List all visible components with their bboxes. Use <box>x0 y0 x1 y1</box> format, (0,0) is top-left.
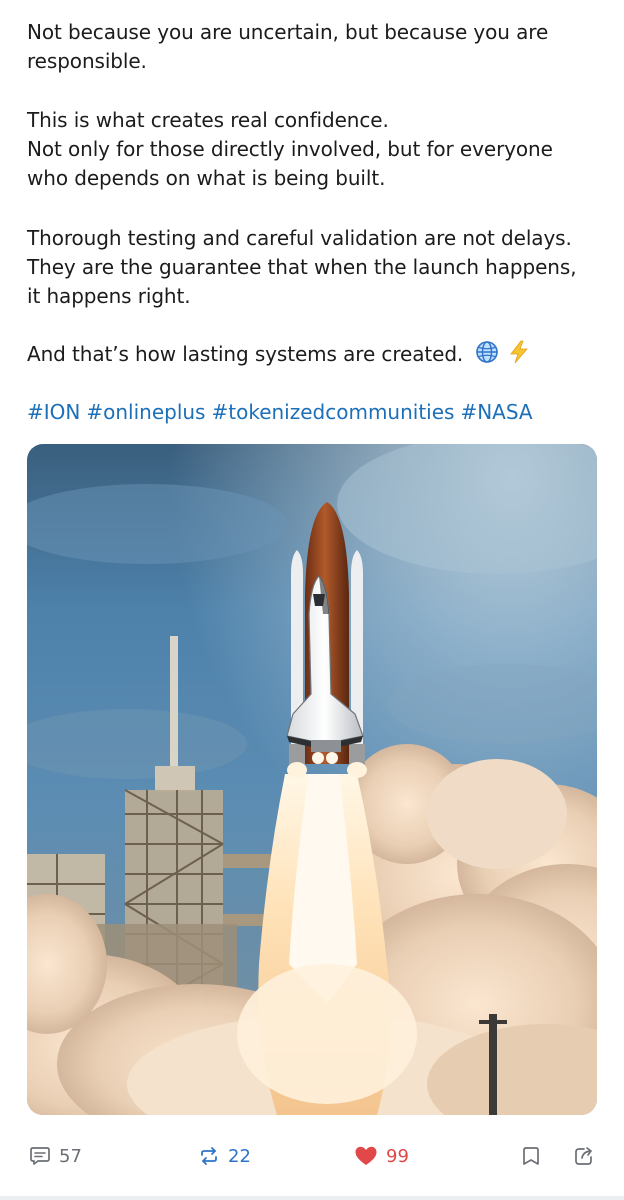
post-paragraph-2: This is what creates real confidence. No… <box>27 106 607 193</box>
post-paragraph-4: And that’s how lasting systems are creat… <box>27 340 607 369</box>
repost-icon <box>201 1147 217 1165</box>
text-line: it happens right. <box>27 284 191 308</box>
comment-count: 57 <box>59 1145 82 1167</box>
hashtags: #ION #onlineplus #tokenizedcommunities #NAS… <box>27 398 539 427</box>
action-bar: 57 22 99 <box>0 1136 624 1176</box>
text-line: Thorough testing and careful validation … <box>27 226 572 250</box>
text-line: And that’s how lasting systems are creat… <box>27 342 464 366</box>
text-line: who depends on what is being built. <box>27 166 386 190</box>
hashtag-tokenizedcommunities[interactable]: #tokenizedcommunities <box>211 400 454 424</box>
repost-count: 22 <box>228 1145 251 1167</box>
post-image[interactable] <box>27 444 597 1115</box>
hashtag-ion[interactable]: #ION <box>27 400 80 424</box>
share-icon <box>575 1147 592 1165</box>
post-paragraph-3: Thorough testing and careful validation … <box>27 224 607 311</box>
heart-icon <box>355 1146 377 1165</box>
bookmark-icon <box>523 1147 539 1165</box>
text-line: responsible. <box>27 49 147 73</box>
post: Not because you are uncertain, but becau… <box>0 0 624 1200</box>
divider <box>0 1196 624 1200</box>
hashtag-onlineplus[interactable]: #onlineplus <box>86 400 205 424</box>
globe-icon <box>475 340 499 364</box>
comment-icon <box>30 1147 50 1165</box>
share-button[interactable] <box>573 1144 595 1168</box>
shuttle-launch-photo <box>27 444 597 1115</box>
post-paragraph-1: Not because you are uncertain, but becau… <box>27 18 607 76</box>
text-line: Not only for those directly involved, bu… <box>27 137 553 161</box>
repost-button[interactable]: 22 <box>198 1144 251 1168</box>
hashtag-nasa[interactable]: #NASA <box>460 400 532 424</box>
bookmark-button[interactable] <box>520 1144 542 1168</box>
comment-button[interactable]: 57 <box>29 1144 82 1168</box>
text-line: Not because you are uncertain, but becau… <box>27 20 549 44</box>
lightning-icon <box>508 340 530 364</box>
text-line: This is what creates real confidence. <box>27 108 389 132</box>
like-count: 99 <box>386 1145 409 1167</box>
text-line: They are the guarantee that when the lau… <box>27 255 577 279</box>
like-button[interactable]: 99 <box>354 1144 409 1168</box>
